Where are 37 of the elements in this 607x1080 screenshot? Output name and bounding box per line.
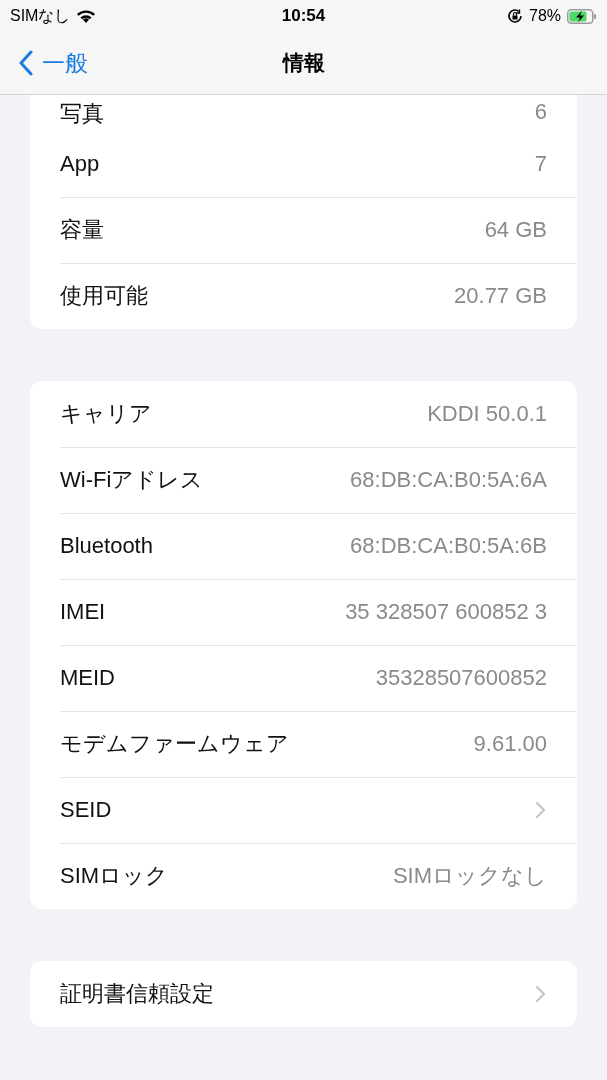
setting-label: IMEI bbox=[60, 599, 106, 625]
setting-value: 68:DB:CA:B0:5A:6A bbox=[350, 467, 547, 493]
battery-percent: 78% bbox=[529, 7, 561, 25]
setting-value: KDDI 50.0.1 bbox=[427, 401, 547, 427]
setting-value: 35 328507 600852 3 bbox=[345, 599, 547, 625]
setting-value: 9.61.00 bbox=[473, 731, 547, 757]
setting-value: 35328507600852 bbox=[375, 665, 547, 691]
battery-charging-icon bbox=[567, 8, 597, 24]
rotation-lock-icon bbox=[507, 8, 523, 24]
carrier-text: SIMなし bbox=[10, 5, 71, 26]
chevron-right-icon bbox=[535, 801, 547, 819]
back-button[interactable]: 一般 bbox=[0, 47, 88, 79]
clock-time: 10:54 bbox=[281, 6, 326, 26]
setting-value: 7 bbox=[534, 151, 547, 177]
setting-label: App bbox=[60, 151, 100, 177]
setting-value: 64 GB bbox=[484, 217, 547, 243]
setting-label: キャリア bbox=[60, 400, 152, 428]
setting-label: 証明書信頼設定 bbox=[60, 980, 214, 1008]
setting-value: 68:DB:CA:B0:5A:6B bbox=[350, 533, 547, 559]
setting-label: MEID bbox=[60, 665, 115, 691]
wifi-icon bbox=[76, 8, 97, 24]
setting-label: 容量 bbox=[60, 216, 104, 244]
settings-row[interactable]: SEID bbox=[30, 777, 577, 843]
setting-value: 6 bbox=[534, 98, 547, 125]
page-title: 情報 bbox=[282, 50, 325, 76]
setting-label: SIMロック bbox=[60, 862, 169, 890]
setting-label: 写真 bbox=[60, 100, 104, 128]
setting-label: SEID bbox=[60, 797, 112, 823]
chevron-left-icon bbox=[18, 50, 34, 76]
setting-value: SIMロックなし bbox=[392, 862, 547, 890]
setting-label: Bluetooth bbox=[60, 533, 153, 559]
setting-value: 20.77 GB bbox=[454, 283, 547, 309]
setting-label: 使用可能 bbox=[60, 282, 148, 310]
setting-label: モデムファームウェア bbox=[60, 730, 289, 758]
chevron-right-icon bbox=[535, 985, 547, 1003]
settings-row[interactable]: 証明書信頼設定 bbox=[30, 961, 577, 1027]
setting-label: Wi-Fiアドレス bbox=[60, 466, 204, 494]
